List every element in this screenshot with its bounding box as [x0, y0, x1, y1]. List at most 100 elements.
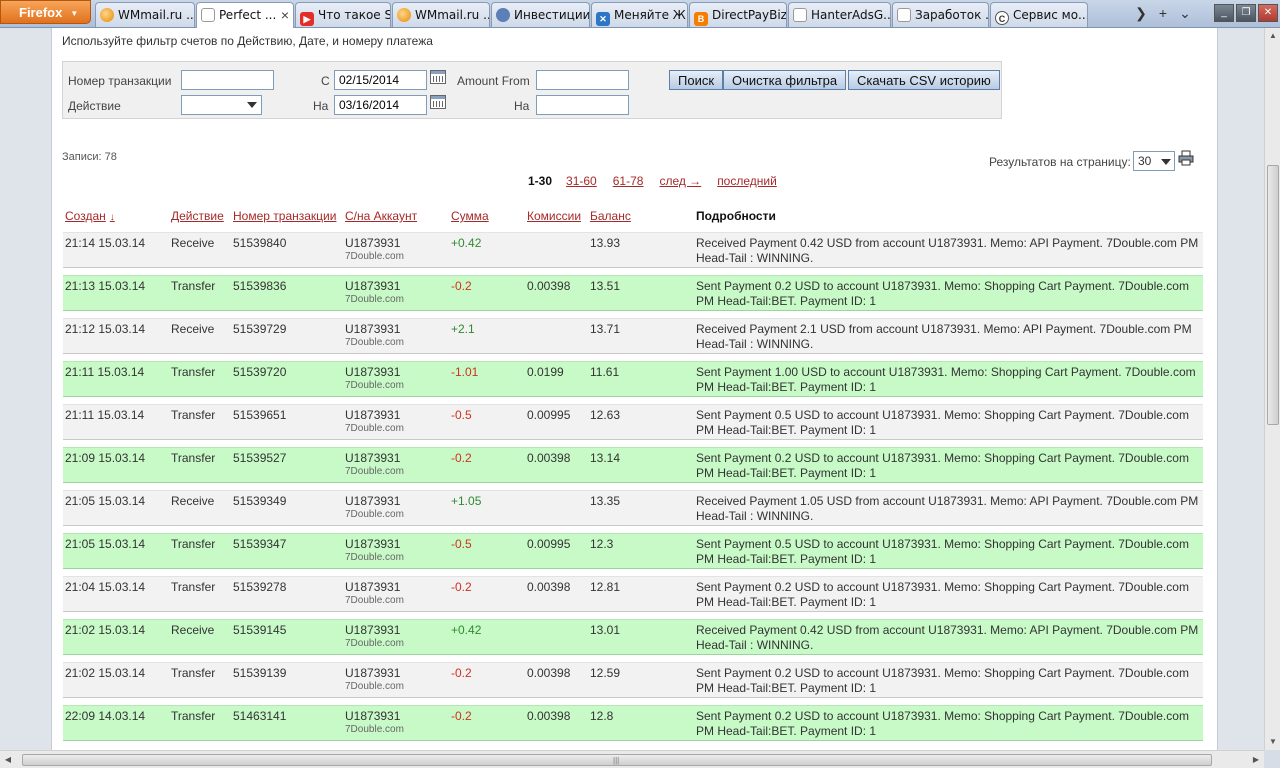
- pager-next-link[interactable]: след →: [659, 174, 701, 188]
- amount-from-input[interactable]: [536, 70, 629, 90]
- browser-tab[interactable]: B DirectPayBiz: [689, 2, 787, 27]
- table-row: 22:09 14.03.14 Transfer 51463141 U1873931 -0…: [63, 705, 1203, 741]
- blank-page-favicon-icon: [793, 8, 807, 22]
- browser-tab[interactable]: ✕ Меняйте Ж...: [591, 2, 688, 27]
- horizontal-scrollbar[interactable]: ◀ ||| ▶: [0, 750, 1264, 768]
- horizontal-scroll-thumb[interactable]: |||: [22, 754, 1212, 766]
- row-amount: -0.2: [451, 580, 472, 594]
- scroll-tabs-right-icon[interactable]: ❯: [1130, 2, 1152, 24]
- download-csv-button[interactable]: Скачать CSV историю: [848, 70, 1000, 90]
- tab-strip-controls: ❯ + ⌄: [1130, 2, 1196, 24]
- row-account-name: 7Double.com: [345, 294, 404, 305]
- row-amount: -1.01: [451, 365, 479, 379]
- row-created: 21:05 15.03.14: [65, 494, 146, 508]
- firefox-menu-button[interactable]: Firefox ▼: [0, 0, 91, 24]
- column-transaction-number[interactable]: Номер транзакции: [233, 209, 336, 223]
- column-balance[interactable]: Баланс: [590, 209, 631, 223]
- table-row: 21:11 15.03.14 Transfer 51539720 U1873931 -1…: [63, 361, 1203, 397]
- column-fee[interactable]: Комиссии: [527, 209, 581, 223]
- row-account-name: 7Double.com: [345, 724, 404, 735]
- calendar-icon[interactable]: [430, 70, 446, 84]
- browser-tab[interactable]: ▶ Что такое S...: [295, 2, 391, 27]
- per-page-select[interactable]: 30: [1133, 151, 1175, 171]
- browser-tab-label: Perfect ...: [219, 8, 277, 22]
- amount-to-input[interactable]: [536, 95, 629, 115]
- row-amount: -0.2: [451, 666, 472, 680]
- browser-tab-label: Заработок ...: [915, 8, 989, 22]
- pager-page-link[interactable]: 61-78: [613, 174, 644, 188]
- scroll-down-icon[interactable]: ▼: [1265, 734, 1280, 750]
- row-balance: 13.01: [590, 623, 621, 637]
- scroll-right-icon[interactable]: ▶: [1248, 751, 1264, 768]
- transaction-number-input[interactable]: [181, 70, 274, 90]
- row-transaction-number: 51539836: [233, 279, 287, 293]
- date-from-input[interactable]: [334, 70, 427, 90]
- row-details: Sent Payment 1.00 USD to account U187393…: [696, 365, 1196, 394]
- row-action: Transfer: [171, 580, 216, 594]
- row-transaction-number: 51539145: [233, 623, 287, 637]
- search-button[interactable]: Поиск: [669, 70, 724, 90]
- row-fee: 0.00398: [527, 580, 571, 594]
- row-details: Sent Payment 0.5 USD to account U1873931…: [696, 408, 1189, 437]
- row-transaction-number: 51539139: [233, 666, 287, 680]
- action-select[interactable]: [181, 95, 262, 115]
- row-account: U1873931: [345, 580, 401, 594]
- column-action[interactable]: Действие: [171, 209, 224, 223]
- row-details: Received Payment 0.42 USD from account U…: [696, 236, 1199, 265]
- row-amount: -0.2: [451, 451, 472, 465]
- row-created: 21:11 15.03.14: [65, 365, 145, 379]
- row-action: Receive: [171, 236, 215, 250]
- row-action: Transfer: [171, 537, 216, 551]
- row-account-name: 7Double.com: [345, 466, 404, 477]
- row-account-name: 7Double.com: [345, 423, 404, 434]
- browser-tab[interactable]: WMmail.ru ...: [95, 2, 195, 27]
- print-icon[interactable]: [1178, 150, 1194, 166]
- row-action: Receive: [171, 494, 215, 508]
- row-action: Receive: [171, 322, 215, 336]
- row-transaction-number: 51539729: [233, 322, 287, 336]
- close-window-icon[interactable]: ✕: [1258, 4, 1278, 22]
- row-account-name: 7Double.com: [345, 595, 404, 606]
- browser-tab[interactable]: WMmail.ru ...: [392, 2, 490, 27]
- row-details: Sent Payment 0.2 USD to account U1873931…: [696, 580, 1189, 609]
- clear-filter-button[interactable]: Очистка фильтра: [723, 70, 847, 90]
- row-balance: 11.61: [590, 365, 620, 379]
- browser-tab[interactable]: HanterAdsG...: [788, 2, 891, 27]
- column-account[interactable]: С/на Аккаунт: [345, 209, 417, 223]
- date-to-input[interactable]: [334, 95, 427, 115]
- row-fee: 0.00398: [527, 279, 571, 293]
- row-fee: 0.00398: [527, 709, 571, 723]
- row-amount: +2.1: [451, 322, 475, 336]
- row-details: Received Payment 1.05 USD from account U…: [696, 494, 1199, 523]
- browser-tab[interactable]: Perfect ... ×: [196, 2, 294, 28]
- browser-tab-label: Инвестиции: [514, 8, 590, 22]
- row-created: 21:14 15.03.14: [65, 236, 146, 250]
- browser-tab-label: DirectPayBiz: [712, 8, 787, 22]
- row-details: Sent Payment 0.2 USD to account U1873931…: [696, 451, 1189, 480]
- close-tab-icon[interactable]: ×: [281, 7, 289, 23]
- new-tab-icon[interactable]: +: [1152, 2, 1174, 24]
- list-all-tabs-icon[interactable]: ⌄: [1174, 2, 1196, 24]
- row-created: 22:09 14.03.14: [65, 709, 146, 723]
- column-created[interactable]: Создан ↓: [65, 209, 115, 223]
- vertical-scrollbar[interactable]: ▲ ▼: [1264, 28, 1280, 750]
- restore-icon[interactable]: ❐: [1236, 4, 1256, 22]
- row-balance: 12.81: [590, 580, 621, 594]
- column-details: Подробности: [696, 209, 776, 223]
- pager-page-link[interactable]: 31-60: [566, 174, 597, 188]
- pager-last-link[interactable]: последний: [717, 174, 777, 188]
- row-amount: +0.42: [451, 236, 482, 250]
- scroll-up-icon[interactable]: ▲: [1265, 28, 1280, 44]
- browser-tab[interactable]: C Сервис мо...: [990, 2, 1088, 27]
- minimize-icon[interactable]: _: [1214, 4, 1234, 22]
- vertical-scroll-thumb[interactable]: [1267, 165, 1279, 425]
- column-amount[interactable]: Сумма: [451, 209, 489, 223]
- row-details: Sent Payment 0.5 USD to account U1873931…: [696, 537, 1189, 566]
- scroll-left-icon[interactable]: ◀: [0, 751, 16, 768]
- row-balance: 13.14: [590, 451, 621, 465]
- browser-tab[interactable]: Заработок ...: [892, 2, 989, 27]
- browser-tab[interactable]: Инвестиции: [491, 2, 590, 27]
- calendar-icon[interactable]: [430, 95, 446, 109]
- transaction-number-label: Номер транзакции: [68, 74, 172, 88]
- amount-to-label: На: [514, 99, 530, 113]
